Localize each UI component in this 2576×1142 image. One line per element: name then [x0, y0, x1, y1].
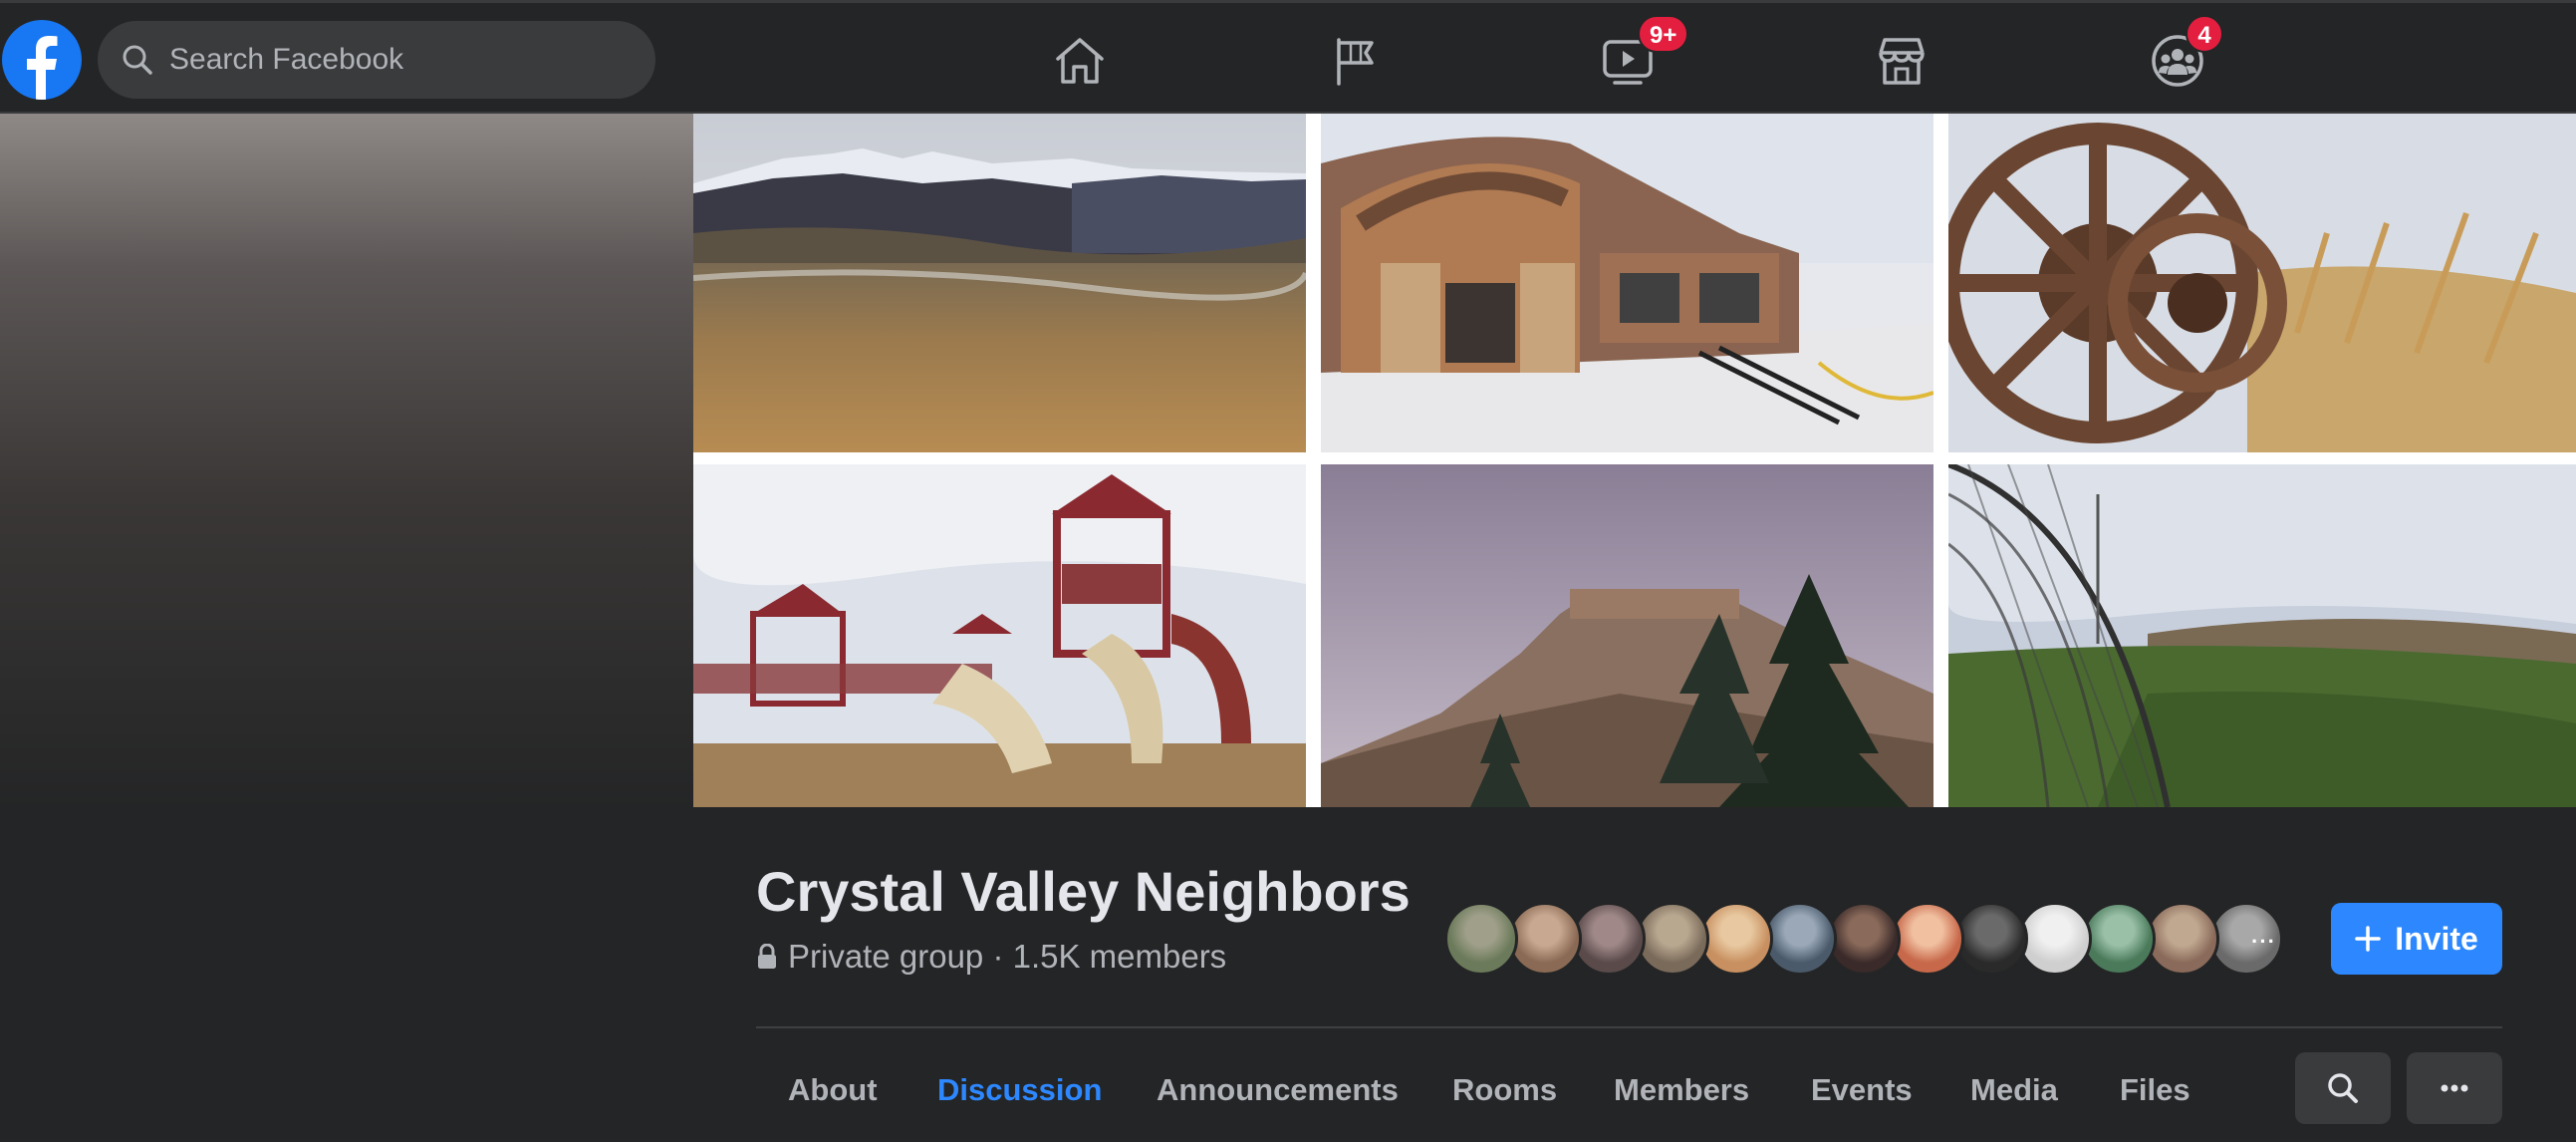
cover-side-gradient — [0, 114, 693, 811]
member-avatar[interactable] — [1763, 902, 1837, 976]
tab-about[interactable]: About — [788, 1072, 878, 1108]
mountain-meadow-photo — [693, 114, 1306, 452]
search-icon — [123, 45, 152, 75]
group-search-button[interactable] — [2295, 1052, 2391, 1124]
nav-marketplace[interactable] — [1846, 21, 1957, 101]
member-avatar[interactable] — [2018, 902, 2092, 976]
nav-groups[interactable]: 4 — [2122, 15, 2233, 101]
member-avatar[interactable] — [1827, 902, 1901, 976]
member-avatar[interactable]: ··· — [2209, 902, 2283, 976]
groups-notification-badge: 4 — [2186, 15, 2223, 53]
top-navigation-bar: 9+ 4 — [0, 0, 2576, 114]
lock-icon — [758, 944, 776, 969]
rusty-wheel-photo — [1948, 114, 2576, 452]
invite-button[interactable]: Invite — [2331, 903, 2502, 975]
header-divider — [756, 1026, 2502, 1028]
tab-events[interactable]: Events — [1811, 1072, 1913, 1108]
member-avatar-stack[interactable]: ··· — [1444, 902, 2291, 976]
nav-pages[interactable] — [1300, 21, 1412, 101]
member-avatar[interactable] — [2082, 902, 2156, 976]
member-avatar[interactable] — [1444, 902, 1518, 976]
member-avatar[interactable] — [1508, 902, 1582, 976]
invite-label: Invite — [2395, 920, 2478, 957]
nav-watch[interactable]: 9+ — [1572, 15, 1689, 101]
tab-discussion[interactable]: Discussion — [937, 1072, 1102, 1108]
group-privacy-info: Private group · 1.5K members — [756, 938, 1226, 976]
watch-notification-badge: 9+ — [1638, 15, 1689, 53]
cover-photo-collage[interactable] — [693, 114, 2576, 807]
tab-announcements[interactable]: Announcements — [1157, 1072, 1399, 1108]
nav-home[interactable] — [1024, 21, 1136, 101]
tab-media[interactable]: Media — [1970, 1072, 2058, 1108]
more-options-button[interactable] — [2407, 1052, 2502, 1124]
member-avatar[interactable] — [1699, 902, 1773, 976]
home-icon — [1056, 38, 1104, 84]
plus-icon — [2355, 926, 2381, 952]
storefront-icon — [1879, 38, 1925, 85]
sports-field-photo — [1948, 464, 2576, 807]
more-horizontal-icon — [2441, 1084, 2468, 1092]
flag-icon — [1337, 38, 1374, 86]
group-title[interactable]: Crystal Valley Neighbors — [756, 859, 1411, 924]
search-box[interactable] — [98, 21, 655, 99]
rock-butte-photo — [1321, 464, 1933, 807]
search-input[interactable] — [169, 43, 638, 77]
member-avatar[interactable] — [2146, 902, 2219, 976]
group-meta-text[interactable]: Private group · 1.5K members — [788, 938, 1226, 976]
search-icon — [2328, 1073, 2358, 1103]
member-avatar[interactable] — [1954, 902, 2028, 976]
facebook-logo-icon[interactable] — [2, 20, 82, 100]
more-members-indicator: ··· — [2251, 929, 2276, 954]
member-avatar[interactable] — [1891, 902, 1964, 976]
tab-members[interactable]: Members — [1614, 1072, 1749, 1108]
community-building-photo — [1321, 114, 1933, 452]
playground-photo — [693, 464, 1306, 807]
member-avatar[interactable] — [1572, 902, 1646, 976]
tab-files[interactable]: Files — [2120, 1072, 2190, 1108]
tab-rooms[interactable]: Rooms — [1452, 1072, 1557, 1108]
member-avatar[interactable] — [1636, 902, 1709, 976]
